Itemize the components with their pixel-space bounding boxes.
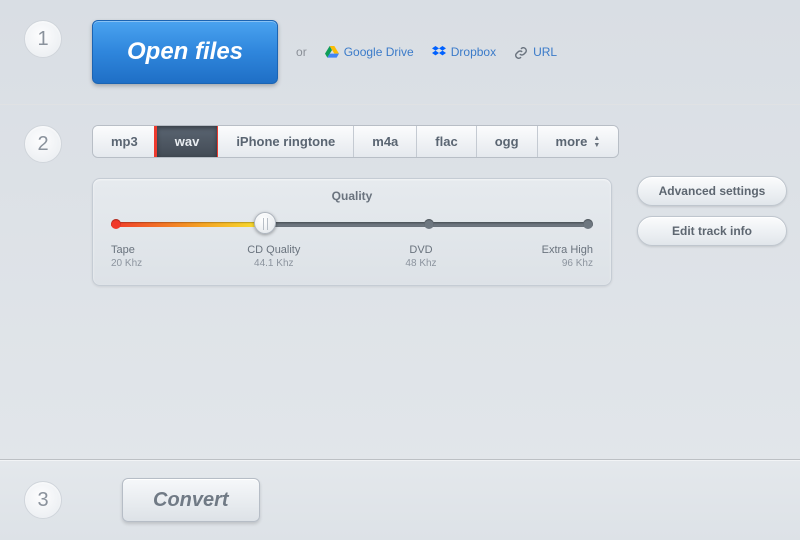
source-url[interactable]: URL xyxy=(514,45,557,59)
quality-slider-knob[interactable] xyxy=(254,212,276,234)
source-google-drive-label: Google Drive xyxy=(344,45,414,59)
format-segmented-control: mp3waviPhone ringtonem4aflacoggmore▲▼ xyxy=(92,125,619,158)
step-number-2: 2 xyxy=(24,125,62,163)
source-dropbox-label: Dropbox xyxy=(451,45,496,59)
source-url-label: URL xyxy=(533,45,557,59)
quality-slider[interactable] xyxy=(111,215,593,233)
link-icon xyxy=(514,46,528,58)
format-option-wav[interactable]: wav xyxy=(157,126,219,157)
google-drive-icon xyxy=(325,46,339,58)
quality-panel: Quality Tape20 Khz CD Quality44.1 Khz DVD4… xyxy=(92,178,612,286)
format-option-more[interactable]: more▲▼ xyxy=(538,126,619,157)
format-option-m4a[interactable]: m4a xyxy=(354,126,417,157)
quality-stop-1: CD Quality44.1 Khz xyxy=(247,243,300,271)
convert-button[interactable]: Convert xyxy=(122,478,260,522)
dropbox-icon xyxy=(432,46,446,58)
edit-track-info-button[interactable]: Edit track info xyxy=(637,216,787,246)
quality-stop-3: Extra High96 Khz xyxy=(542,243,593,271)
chevron-updown-icon: ▲▼ xyxy=(593,135,600,149)
or-label: or xyxy=(296,45,307,59)
source-dropbox[interactable]: Dropbox xyxy=(432,45,496,59)
open-files-button[interactable]: Open files xyxy=(92,20,278,84)
section-open: 1 Open files or Google Drive Dropbox URL xyxy=(0,0,800,92)
format-option-ogg[interactable]: ogg xyxy=(477,126,538,157)
format-option-flac[interactable]: flac xyxy=(417,126,476,157)
step-number-1: 1 xyxy=(24,20,62,58)
advanced-settings-button[interactable]: Advanced settings xyxy=(637,176,787,206)
quality-title: Quality xyxy=(111,189,593,203)
step-number-3: 3 xyxy=(24,481,62,519)
section-convert: 3 Convert xyxy=(0,459,800,540)
quality-stop-0: Tape20 Khz xyxy=(111,243,142,271)
source-google-drive[interactable]: Google Drive xyxy=(325,45,414,59)
quality-stop-2: DVD48 Khz xyxy=(405,243,436,271)
format-option-iphone-ringtone[interactable]: iPhone ringtone xyxy=(218,126,354,157)
format-option-mp3[interactable]: mp3 xyxy=(93,126,157,157)
